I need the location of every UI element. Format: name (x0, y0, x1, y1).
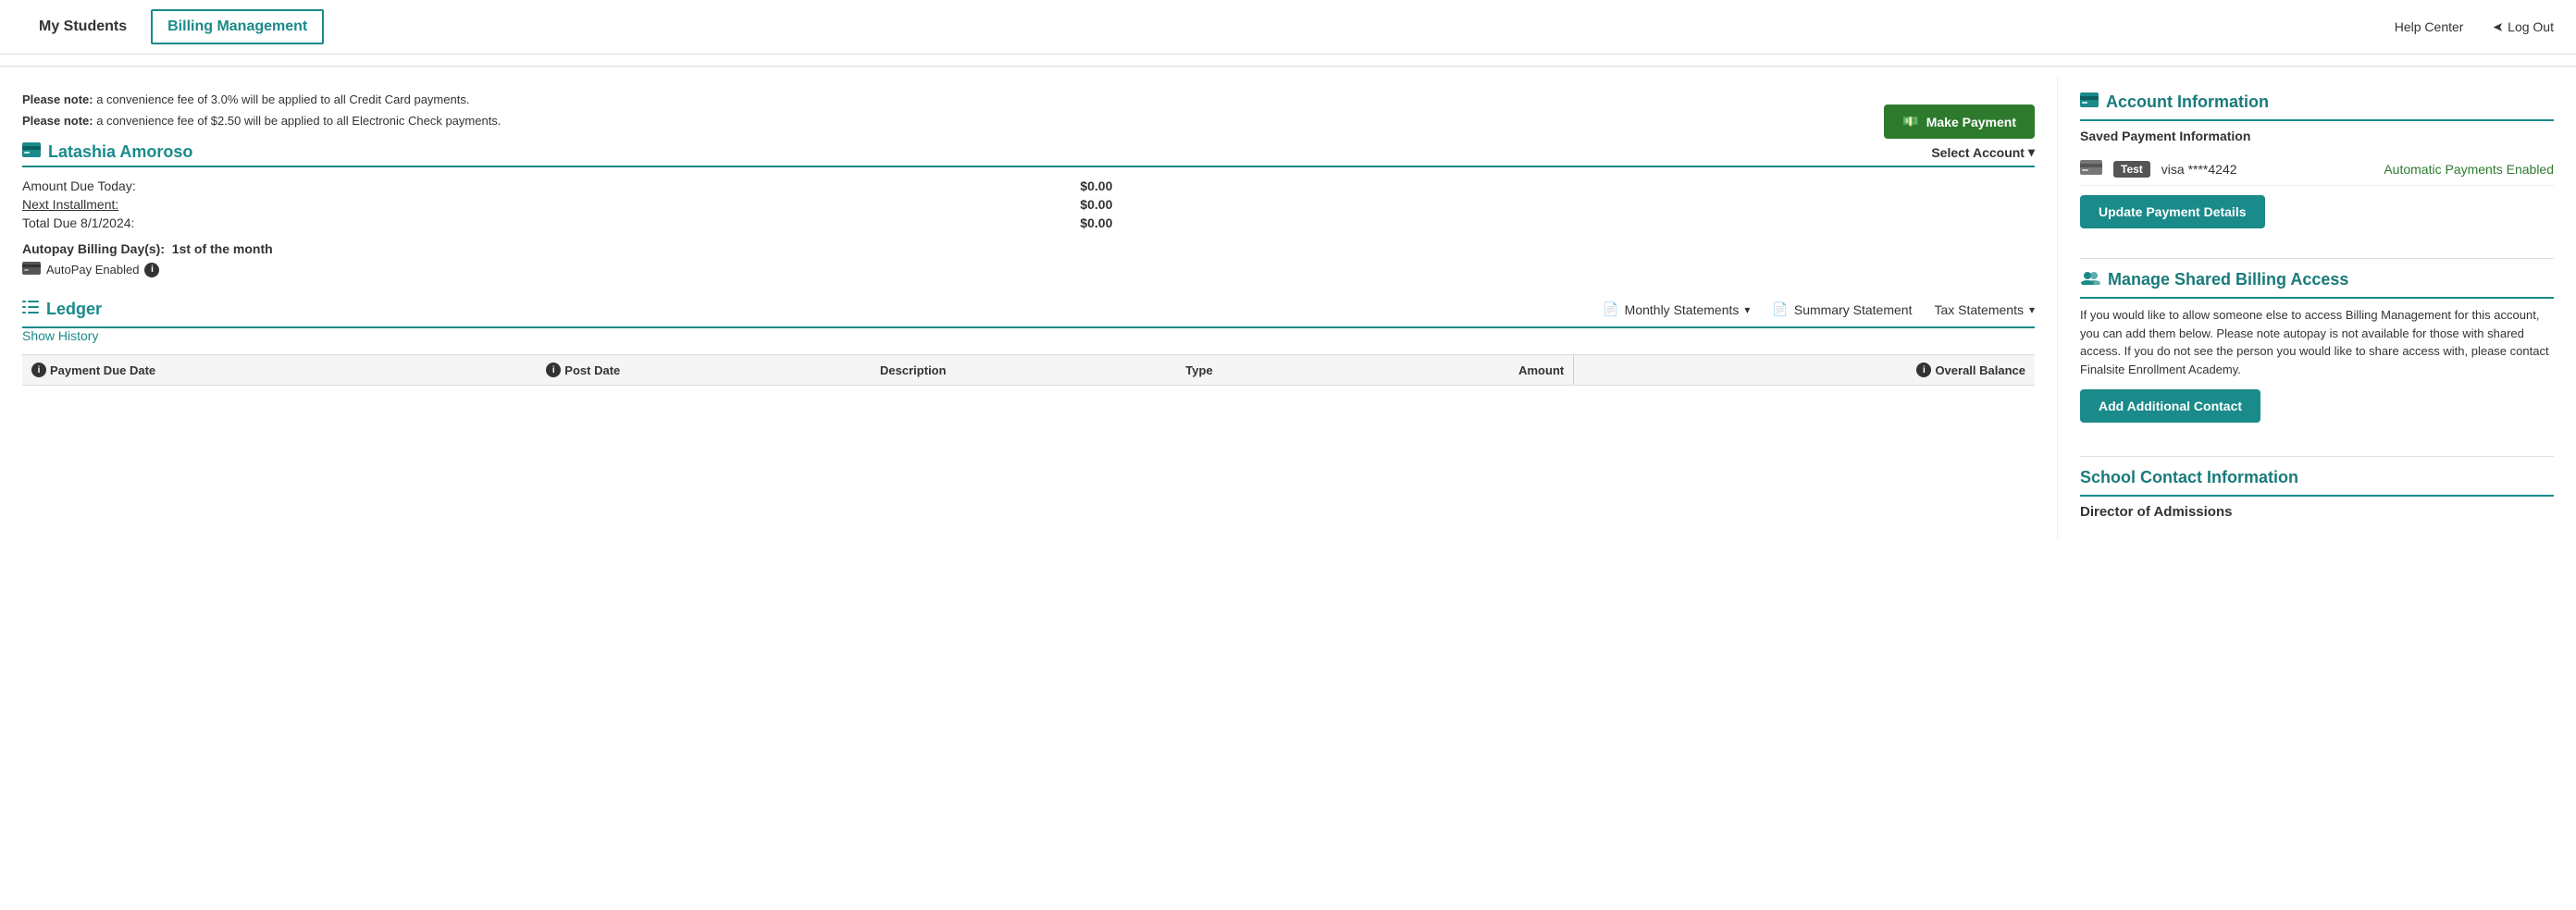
select-account-label: Select Account (1931, 145, 2025, 160)
monthly-statements-dropdown[interactable]: 📄 Monthly Statements ▾ (1603, 301, 1750, 317)
tab-my-students[interactable]: My Students (22, 9, 143, 44)
total-due-label: Total Due 8/1/2024: (22, 215, 1058, 230)
update-payment-details-button[interactable]: Update Payment Details (2080, 195, 2265, 228)
payment-section: 💵 Make Payment Amount Due Today: $0.00 N… (22, 178, 2035, 277)
monthly-statements-arrow: ▾ (1744, 303, 1750, 316)
monthly-statements-icon: 📄 (1603, 301, 1618, 317)
col-overall-balance-label: Overall Balance (1935, 363, 2025, 377)
manage-billing-section: Manage Shared Billing Access If you woul… (2080, 270, 2554, 441)
manage-billing-description: If you would like to allow someone else … (2080, 306, 2554, 378)
autopay-day-value: 1st of the month (172, 241, 273, 256)
note-credit-card-text: a convenience fee of 3.0% will be applie… (96, 92, 469, 106)
manage-billing-title-text: Manage Shared Billing Access (2108, 270, 2348, 289)
logout-icon: ➤ (2493, 19, 2504, 35)
student-name: Latashia Amoroso (22, 142, 192, 162)
autopay-enabled-label: AutoPay Enabled (46, 263, 139, 277)
tax-statements-arrow: ▾ (2029, 303, 2035, 316)
student-name-text: Latashia Amoroso (48, 142, 192, 162)
manage-billing-title: Manage Shared Billing Access (2080, 270, 2554, 299)
test-badge: Test (2113, 161, 2150, 178)
note-echeck: Please note: a convenience fee of $2.50 … (22, 114, 2035, 128)
tab-billing-management[interactable]: Billing Management (151, 9, 324, 44)
payment-icon: 💵 (1902, 114, 1918, 129)
right-panel: Account Information Saved Payment Inform… (2058, 78, 2576, 538)
credit-card-icon (22, 142, 41, 162)
nav-tabs: My Students Billing Management (22, 9, 324, 44)
col-description: Description (871, 355, 1176, 386)
account-info-title-text: Account Information (2106, 92, 2269, 112)
col-post-date: i Post Date (537, 355, 871, 386)
note-credit-card-label: Please note: (22, 92, 93, 106)
autopay-enabled-row: AutoPay Enabled i (22, 262, 2035, 277)
ledger-title-text: Ledger (46, 300, 102, 319)
saved-payment-row: Test visa ****4242 Automatic Payments En… (2080, 153, 2554, 186)
col-post-date-label: Post Date (564, 363, 620, 377)
summary-statement-link[interactable]: 📄 Summary Statement (1772, 301, 1912, 317)
ledger-title: Ledger (22, 300, 1580, 319)
col-payment-due-date-icon[interactable]: i (31, 363, 46, 377)
col-overall-balance-icon[interactable]: i (1916, 363, 1931, 377)
autopay-day-label: Autopay Billing Day(s): (22, 241, 165, 256)
automatic-payments-label: Automatic Payments Enabled (2384, 162, 2554, 177)
top-navigation: My Students Billing Management Help Cent… (0, 0, 2576, 55)
school-contact-section: School Contact Information Director of A… (2080, 468, 2554, 520)
col-amount-label: Amount (1518, 363, 1564, 377)
table-header-row: i Payment Due Date i Post Date Descripti… (22, 355, 2035, 386)
total-due-value: $0.00 (1080, 215, 2035, 230)
note-echeck-text: a convenience fee of $2.50 will be appli… (96, 114, 501, 128)
school-contact-title: School Contact Information (2080, 468, 2554, 497)
amount-due-value: $0.00 (1080, 178, 2035, 193)
col-amount: Amount (1342, 355, 1574, 386)
summary-statement-icon: 📄 (1772, 301, 1788, 317)
logout-label: Log Out (2508, 19, 2554, 34)
account-info-icon (2080, 92, 2099, 112)
col-description-label: Description (880, 363, 947, 377)
summary-statement-label: Summary Statement (1794, 302, 1913, 317)
col-type: Type (1176, 355, 1341, 386)
tax-statements-dropdown[interactable]: Tax Statements ▾ (1934, 302, 2035, 317)
select-account-arrow: ▾ (2028, 144, 2035, 160)
ledger-list-icon (22, 300, 39, 319)
payment-info-grid: Amount Due Today: $0.00 Next Installment… (22, 178, 2035, 230)
show-history-link[interactable]: Show History (22, 328, 98, 343)
monthly-statements-label: Monthly Statements (1625, 302, 1740, 317)
autopay-card-icon (22, 262, 41, 277)
amount-due-label: Amount Due Today: (22, 178, 1058, 193)
col-payment-due-date-label: Payment Due Date (50, 363, 155, 377)
school-contact-title-text: School Contact Information (2080, 468, 2298, 487)
col-payment-due-date: i Payment Due Date (22, 355, 537, 386)
logout-link[interactable]: ➤ Log Out (2493, 19, 2554, 35)
ledger-header: Ledger 📄 Monthly Statements ▾ 📄 Summary … (22, 300, 2035, 328)
saved-payment-card-icon (2080, 160, 2102, 178)
left-panel: Please note: a convenience fee of 3.0% w… (0, 78, 2058, 538)
select-account-dropdown[interactable]: Select Account ▾ (1931, 144, 2035, 160)
note-credit-card: Please note: a convenience fee of 3.0% w… (22, 92, 2035, 106)
ledger-table: i Payment Due Date i Post Date Descripti… (22, 354, 2035, 386)
autopay-section: Autopay Billing Day(s): 1st of the month… (22, 241, 2035, 277)
make-payment-label: Make Payment (1926, 115, 2016, 129)
add-additional-contact-button[interactable]: Add Additional Contact (2080, 389, 2260, 423)
next-installment-value: $0.00 (1080, 197, 2035, 212)
main-container: Please note: a convenience fee of 3.0% w… (0, 78, 2576, 538)
director-title: Director of Admissions (2080, 504, 2554, 520)
help-center-link[interactable]: Help Center (2395, 19, 2464, 34)
saved-payment-label: Saved Payment Information (2080, 129, 2554, 143)
autopay-info-icon[interactable]: i (144, 263, 159, 277)
nav-right-links: Help Center ➤ Log Out (2395, 19, 2554, 35)
tax-statements-label: Tax Statements (1934, 302, 2024, 317)
next-installment-label: Next Installment: (22, 197, 1058, 212)
note-echeck-label: Please note: (22, 114, 93, 128)
col-post-date-icon[interactable]: i (546, 363, 561, 377)
manage-billing-icon (2080, 270, 2100, 289)
payment-card-info: visa ****4242 (2161, 162, 2237, 177)
col-type-label: Type (1185, 363, 1212, 377)
account-info-title: Account Information (2080, 92, 2554, 121)
student-header: Latashia Amoroso Select Account ▾ (22, 142, 2035, 167)
make-payment-button[interactable]: 💵 Make Payment (1884, 105, 2035, 139)
autopay-day: Autopay Billing Day(s): 1st of the month (22, 241, 2035, 256)
col-overall-balance: i Overall Balance (1574, 355, 2035, 386)
